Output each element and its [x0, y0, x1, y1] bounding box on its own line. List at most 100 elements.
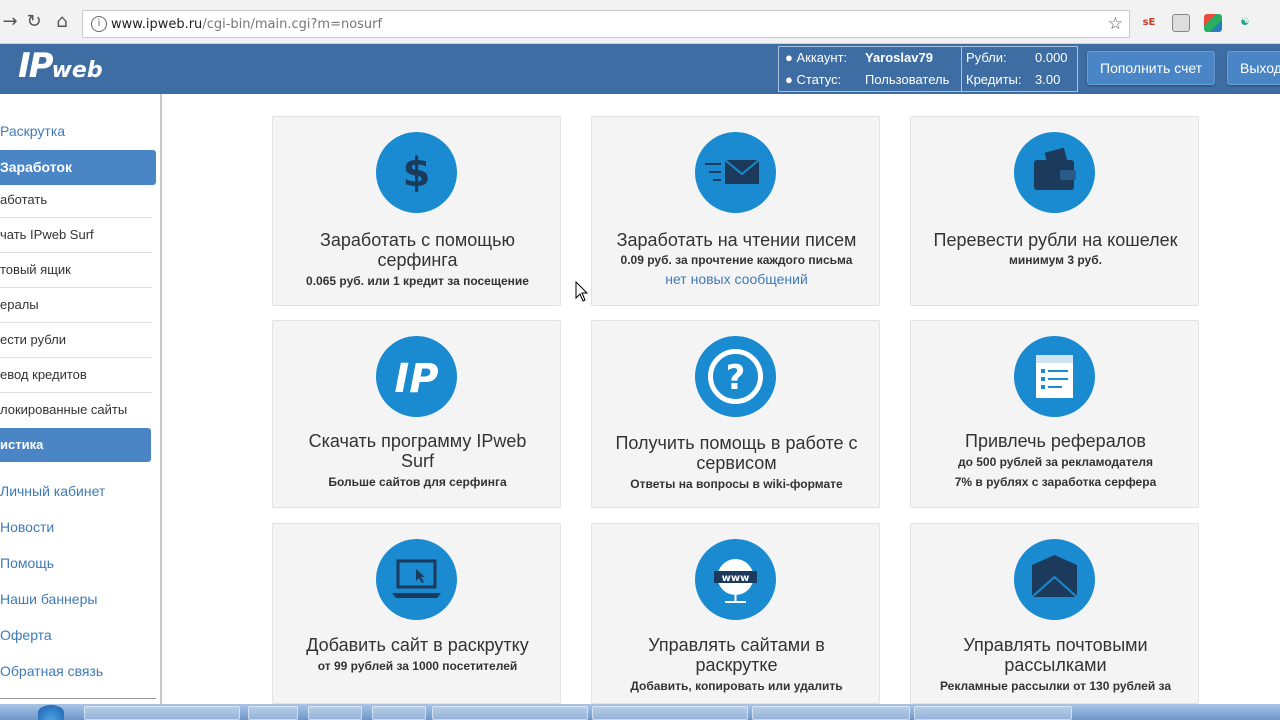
sidebar-subitem-download-surf[interactable]: чать IPweb Surf: [0, 218, 152, 253]
extension-se-icon[interactable]: sE: [1140, 14, 1158, 32]
wallet-icon: [1014, 132, 1095, 213]
card-title: Заработать с помощью серфинга: [320, 230, 515, 270]
extension-translate-icon[interactable]: ☯: [1236, 14, 1254, 32]
card-surf-earn[interactable]: $ Заработать с помощью серфинга 0.065 ру…: [272, 116, 561, 306]
os-taskbar: [0, 704, 1280, 720]
taskbar-window-5[interactable]: [432, 706, 588, 720]
sidebar-subitem-mailbox[interactable]: товый ящик: [0, 253, 152, 288]
bookmark-star-icon[interactable]: ☆: [1108, 14, 1123, 34]
card-subtitle: Рекламные рассылки от 130 рублей за: [939, 679, 1172, 693]
card-title: Управлять сайтами в раскрутке: [648, 635, 825, 675]
taskbar-window-6[interactable]: [592, 706, 748, 720]
card-download-surf[interactable]: IP Скачать программу IPweb Surf Больше с…: [272, 320, 561, 508]
card-title: Управлять почтовыми рассылками: [963, 635, 1148, 675]
rubles-label: Рубли:: [966, 50, 1007, 65]
sidebar-item-offer[interactable]: Оферта: [0, 627, 52, 643]
info-icon[interactable]: i: [91, 16, 107, 32]
question-icon: ?: [695, 336, 776, 417]
account-separator: [961, 47, 962, 91]
topup-button[interactable]: Пополнить счет: [1087, 51, 1216, 85]
credits-value: 3.00: [1035, 72, 1061, 87]
sidebar-subitem-referrals[interactable]: ералы: [0, 288, 152, 323]
svg-text:?: ?: [726, 358, 746, 398]
account-label: Аккаунт:: [796, 50, 848, 65]
card-subtitle: Ответы на вопросы в wiki-формате: [630, 477, 843, 491]
card-subtitle: 0.09 руб. за прочтение каждого письма: [620, 253, 853, 267]
card-add-site[interactable]: Добавить сайт в раскрутку от 99 рублей з…: [272, 523, 561, 704]
start-button-icon[interactable]: [38, 705, 64, 720]
form-icon: [1014, 336, 1095, 417]
sidebar-item-promotion[interactable]: Раскрутка: [0, 123, 65, 139]
sidebar-item-help[interactable]: Помощь: [0, 555, 54, 571]
www-globe-icon: www: [695, 539, 776, 620]
card-subtitle: 0.065 руб. или 1 кредит за посещение: [306, 274, 529, 288]
ip-logo-icon: IP: [376, 336, 457, 417]
svg-text:$: $: [403, 150, 431, 196]
sidebar: Раскрутка Заработок аботать чать IPweb S…: [0, 94, 162, 704]
card-help[interactable]: ? Получить помощь в работе с сервисом От…: [591, 320, 880, 508]
back-icon[interactable]: →: [0, 12, 20, 32]
mouse-cursor-icon: [575, 280, 589, 308]
taskbar-window-8[interactable]: [914, 706, 1072, 720]
svg-text:IP: IP: [394, 356, 438, 402]
card-title: Перевести рубли на кошелек: [933, 230, 1178, 250]
sidebar-subitem-blocked-sites[interactable]: локированные сайты: [0, 393, 152, 428]
card-subtitle: Добавить, копировать или удалить: [630, 679, 843, 693]
sidebar-item-earnings[interactable]: Заработок: [0, 150, 156, 185]
card-mail-earn[interactable]: Заработать на чтении писем 0.09 руб. за …: [591, 116, 880, 306]
user-icon: ●: [785, 50, 797, 65]
card-referrals[interactable]: Привлечь рефералов до 500 рублей за рекл…: [910, 320, 1199, 508]
reload-icon[interactable]: ↻: [24, 12, 44, 32]
taskbar-window-1[interactable]: [84, 706, 240, 720]
svg-text:www: www: [722, 573, 750, 584]
status-value: Пользователь: [865, 72, 950, 87]
card-subtitle: минимум 3 руб.: [1009, 253, 1102, 267]
sidebar-divider: [0, 698, 156, 699]
status-label-row: ● Статус:: [785, 69, 865, 91]
url-path: /cgi-bin/main.cgi?m=nosurf: [202, 17, 383, 32]
card-title: Скачать программу IPweb Surf: [308, 431, 527, 471]
card-title: Получить помощь в работе с сервисом: [615, 433, 858, 473]
card-subtitle: Больше сайтов для серфинга: [328, 475, 507, 489]
sidebar-subitem-work[interactable]: аботать: [0, 183, 152, 218]
card-wallet-transfer[interactable]: Перевести рубли на кошелек минимум 3 руб…: [910, 116, 1199, 306]
credits-label: Кредиты:: [966, 72, 1022, 87]
account-panel: ● Аккаунт: ● Статус: Yaroslav79 Пользова…: [778, 46, 1078, 92]
mail-fast-icon: [695, 132, 776, 213]
home-icon[interactable]: ⌂: [52, 12, 72, 32]
card-subtitle: до 500 рублей за рекламодателя: [957, 455, 1154, 469]
envelope-icon: [1014, 539, 1095, 620]
sidebar-item-stats[interactable]: истика: [0, 428, 151, 462]
card-manage-sites[interactable]: www Управлять сайтами в раскрутке Добави…: [591, 523, 880, 704]
dollar-icon: $: [376, 132, 457, 213]
ipweb-logo[interactable]: IPweb: [18, 46, 103, 86]
url-text: www.ipweb.ru/cgi-bin/main.cgi?m=nosurf: [111, 17, 382, 32]
sidebar-item-banners[interactable]: Наши баннеры: [0, 591, 97, 607]
taskbar-window-3[interactable]: [308, 706, 362, 720]
card-mailings[interactable]: Управлять почтовыми рассылками Рекламные…: [910, 523, 1199, 704]
sidebar-item-feedback[interactable]: Обратная связь: [0, 663, 103, 679]
lock-icon: ●: [785, 72, 797, 87]
extension-screen-icon[interactable]: [1172, 14, 1190, 32]
taskbar-window-4[interactable]: [372, 706, 426, 720]
sidebar-subitem-transfer-rubles[interactable]: ести рубли: [0, 323, 152, 358]
url-host: www.ipweb.ru: [111, 17, 203, 32]
account-label-row: ● Аккаунт:: [785, 47, 865, 69]
address-bar[interactable]: i www.ipweb.ru/cgi-bin/main.cgi?m=nosurf…: [82, 10, 1130, 38]
card-subtitle-2: 7% в рублях с заработка серфера: [954, 475, 1157, 489]
sidebar-item-cabinet[interactable]: Личный кабинет: [0, 483, 105, 499]
taskbar-window-2[interactable]: [248, 706, 298, 720]
no-new-messages-link[interactable]: нет новых сообщений: [602, 269, 871, 289]
laptop-icon: [376, 539, 457, 620]
rubles-value: 0.000: [1035, 50, 1068, 65]
card-subtitle: от 99 рублей за 1000 посетителей: [317, 659, 518, 673]
taskbar-window-7[interactable]: [752, 706, 910, 720]
site-header: IPweb ● Аккаунт: ● Статус: Yaroslav79 По…: [0, 44, 1280, 94]
card-title: Заработать на чтении писем: [616, 230, 857, 250]
sidebar-subitem-transfer-credits[interactable]: евод кредитов: [0, 358, 152, 393]
sidebar-item-news[interactable]: Новости: [0, 519, 54, 535]
extension-cube-icon[interactable]: [1204, 14, 1222, 32]
status-label: Статус:: [796, 72, 842, 87]
logout-button[interactable]: Выход: [1227, 51, 1280, 85]
account-value[interactable]: Yaroslav79: [865, 47, 960, 69]
